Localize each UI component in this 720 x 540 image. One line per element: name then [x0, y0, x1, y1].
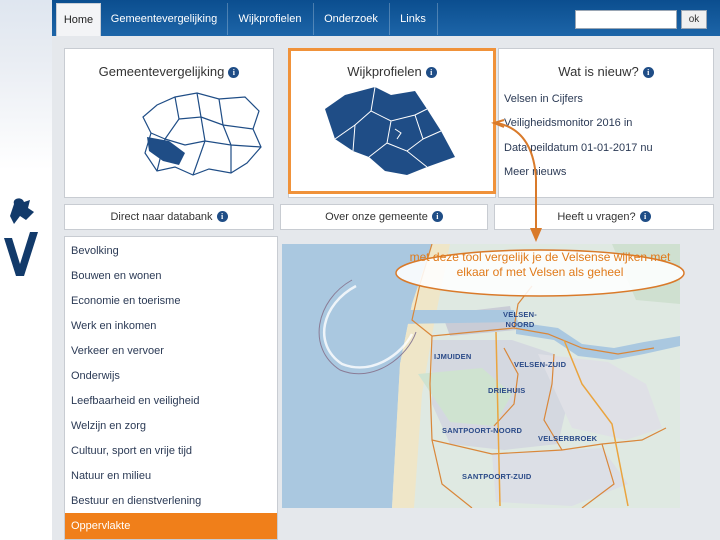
info-icon[interactable]: i: [642, 67, 654, 78]
menu-item-cultuur[interactable]: Cultuur, sport en vrije tijd: [71, 445, 192, 457]
nieuw-title: Wat is nieuw?: [558, 64, 639, 79]
map-label-santpoort-zuid: SANTPOORT-ZUID: [462, 472, 532, 481]
info-icon[interactable]: i: [228, 67, 240, 78]
menu-item-onderwijs[interactable]: Onderwijs: [71, 370, 120, 382]
menu-item-economie[interactable]: Economie en toerisme: [71, 295, 180, 307]
municipalities-map-icon: [142, 92, 262, 176]
map-label-velsen-zuid: VELSEN-ZUID: [514, 360, 567, 369]
over-gemeente-button[interactable]: Over onze gemeente i: [280, 204, 488, 230]
menu-item-verkeer[interactable]: Verkeer en vervoer: [71, 345, 164, 357]
nav-links[interactable]: Links: [389, 3, 438, 35]
info-icon: i: [431, 211, 443, 222]
news-link-velsen-cijfers[interactable]: Velsen in Cijfers: [504, 93, 583, 105]
top-navigation: Home Gemeentevergelijking Wijkprofielen …: [52, 0, 720, 36]
menu-item-leefbaarheid[interactable]: Leefbaarheid en veiligheid: [71, 395, 199, 407]
theme-menu: Bevolking Bouwen en wonen Economie en to…: [64, 236, 278, 540]
menu-item-bestuur[interactable]: Bestuur en dienstverlening: [71, 495, 201, 507]
callout-text: met deze tool vergelijk je de Velsense w…: [409, 250, 671, 279]
menu-item-bouwen-wonen[interactable]: Bouwen en wonen: [71, 270, 162, 282]
map-label-ijmuiden: IJMUIDEN: [434, 352, 472, 361]
gemeentevergelijking-title: Gemeentevergelijking: [98, 64, 225, 79]
info-icon: i: [639, 211, 651, 222]
databank-button[interactable]: Direct naar databank i: [64, 204, 274, 230]
gemeentevergelijking-panel[interactable]: Gemeentevergelijking i: [64, 48, 274, 198]
left-brand-strip: [0, 0, 52, 540]
map-label-driehuis: DRIEHUIS: [488, 386, 526, 395]
map-label-santpoort-noord: SANTPOORT-NOORD: [442, 426, 523, 435]
menu-item-welzijn[interactable]: Welzijn en zorg: [71, 420, 146, 432]
menu-item-bevolking[interactable]: Bevolking: [71, 245, 119, 257]
map-label-velserbroek: VELSERBROEK: [538, 434, 598, 443]
search-ok-button[interactable]: ok: [681, 10, 707, 29]
nav-onderzoek[interactable]: Onderzoek: [313, 3, 390, 35]
nav-wijkprofielen[interactable]: Wijkprofielen: [227, 3, 314, 35]
nav-gemeentevergelijking[interactable]: Gemeentevergelijking: [101, 3, 228, 35]
map-label-velsen-noord: VELSEN-NOORD: [503, 310, 537, 329]
callout-arrow: [490, 119, 542, 242]
menu-item-natuur[interactable]: Natuur en milieu: [71, 470, 151, 482]
page: Home Gemeentevergelijking Wijkprofielen …: [52, 0, 720, 540]
info-icon: i: [216, 211, 228, 222]
menu-item-oppervlakte[interactable]: Oppervlakte: [65, 513, 277, 539]
velsen-logo-icon: [4, 198, 38, 276]
search-input[interactable]: [575, 10, 677, 29]
wijkprofielen-highlight: [288, 48, 496, 194]
menu-item-werk[interactable]: Werk en inkomen: [71, 320, 156, 332]
nav-home[interactable]: Home: [56, 3, 101, 36]
